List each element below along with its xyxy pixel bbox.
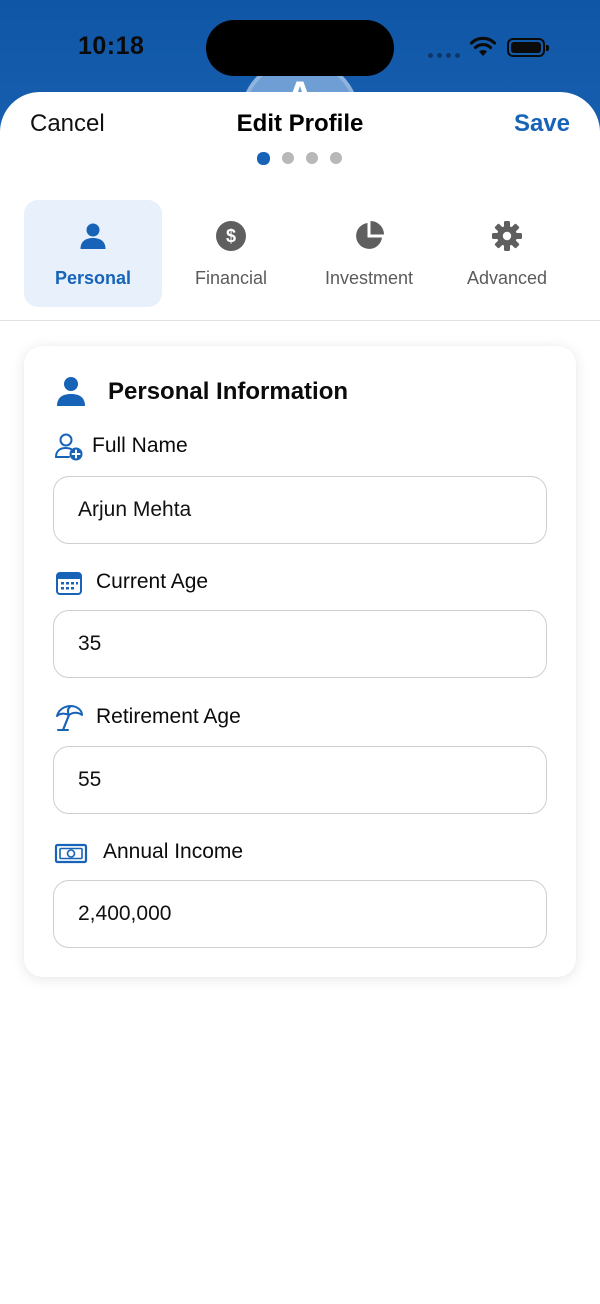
status-time: 10:18 <box>78 32 145 60</box>
save-button[interactable]: Save <box>514 110 570 138</box>
tab-investment[interactable]: Investment <box>300 200 438 307</box>
field-label-text: Full Name <box>92 434 188 457</box>
edit-profile-screen: A 10:18 Cancel Edit Profile Save <box>0 0 600 1304</box>
page-title: Edit Profile <box>236 110 364 137</box>
field-label-text: Current Age <box>96 570 209 593</box>
person-add-icon <box>55 433 83 461</box>
step-dot-2 <box>282 152 294 164</box>
step-dot-3 <box>306 152 318 164</box>
step-indicator <box>257 151 347 166</box>
tab-label: Advanced <box>466 268 548 288</box>
dynamic-island <box>206 20 394 76</box>
field-label-text: Annual Income <box>103 840 244 863</box>
current-age-input[interactable] <box>53 610 547 678</box>
section-tabs: Personal $ Financial Investment Advanced <box>24 200 576 308</box>
battery-icon <box>507 38 549 57</box>
banknote-icon <box>54 843 88 864</box>
personal-info-card: Personal Information Full Name Arjun Meh… <box>24 346 576 977</box>
svg-text:$: $ <box>226 226 236 246</box>
tab-advanced[interactable]: Advanced <box>438 200 576 307</box>
tab-personal[interactable]: Personal <box>24 200 162 307</box>
annual-income-input[interactable] <box>53 880 547 948</box>
tab-label: Investment <box>324 268 414 288</box>
tab-financial[interactable]: $ Financial <box>162 200 300 307</box>
tabs-divider <box>0 320 600 321</box>
person-icon <box>80 223 106 249</box>
edit-profile-sheet: Cancel Edit Profile Save Personal $ Fina… <box>0 92 600 1304</box>
pie-chart-icon <box>356 221 384 249</box>
field-label-text: Retirement Age <box>96 705 241 728</box>
wifi-icon <box>469 36 497 56</box>
beach-umbrella-icon <box>56 705 83 732</box>
section-title: Personal Information <box>108 378 349 405</box>
full-name-input[interactable] <box>53 476 547 544</box>
tab-label: Personal <box>54 268 132 288</box>
step-dot-4 <box>330 152 342 164</box>
tab-label: Financial <box>194 268 268 288</box>
status-bar: 10:18 <box>0 0 600 95</box>
cellular-signal-icon <box>428 46 462 58</box>
retirement-age-input[interactable] <box>53 746 547 814</box>
step-dot-1 <box>257 151 270 165</box>
calendar-icon <box>56 572 82 595</box>
dollar-circle-icon: $ <box>216 221 246 251</box>
gear-icon <box>492 221 522 251</box>
person-icon <box>57 377 85 406</box>
